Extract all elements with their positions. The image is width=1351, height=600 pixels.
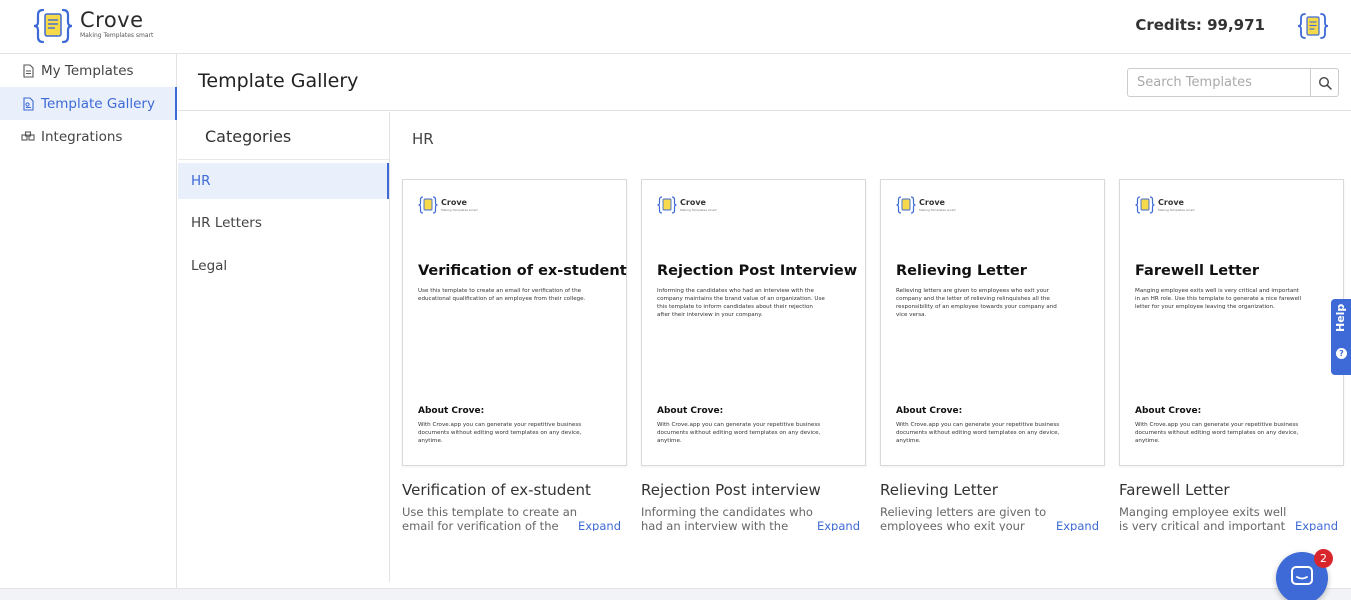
preview-title: Rejection Post Interview	[657, 263, 858, 279]
preview-about-title: About Crove:	[657, 406, 724, 416]
crove-logo-icon	[1135, 196, 1155, 214]
template-description-wrap: Manging employee exits well is very crit…	[1119, 505, 1341, 531]
preview-title: Relieving Letter	[896, 263, 1027, 279]
preview-title: Farewell Letter	[1135, 263, 1259, 279]
template-preview[interactable]: Crove Making Templates smart Verificatio…	[402, 179, 627, 466]
brand-name: Crove	[80, 8, 144, 32]
preview-about-title: About Crove:	[896, 406, 963, 416]
preview-title: Verification of ex-student	[418, 263, 627, 279]
template-preview[interactable]: Crove Making Templates smart Farewell Le…	[1119, 179, 1344, 466]
template-description: Use this template to create an email for…	[402, 505, 578, 531]
template-description-wrap: Informing the candidates who had an inte…	[641, 505, 863, 531]
category-hr-letters[interactable]: HR Letters	[178, 205, 389, 241]
expand-link[interactable]: Expand	[572, 519, 621, 531]
help-label: Help	[1334, 303, 1347, 332]
preview-brand: Crove	[919, 198, 945, 207]
template-name[interactable]: Farewell Letter	[1119, 481, 1230, 499]
gallery-icon	[23, 96, 34, 111]
sidebar-item-label: Template Gallery	[41, 95, 155, 112]
preview-brand: Crove	[680, 198, 706, 207]
preview-about-text: With Crove.app you can generate your rep…	[418, 422, 582, 444]
categories-panel: Categories HR HR Letters Legal	[178, 112, 390, 582]
template-preview[interactable]: Crove Making Templates smart Relieving L…	[880, 179, 1105, 466]
help-tab[interactable]: Help ?	[1331, 299, 1351, 375]
brand-tagline: Making Templates smart	[80, 32, 154, 39]
template-description-wrap: Use this template to create an email for…	[402, 505, 624, 531]
integrations-icon	[21, 130, 35, 141]
template-name[interactable]: Relieving Letter	[880, 481, 998, 499]
sidebar-item-integrations[interactable]: Integrations	[0, 120, 177, 153]
search-button[interactable]	[1310, 69, 1338, 96]
page-header: Template Gallery	[178, 54, 1351, 111]
crove-logo-icon	[657, 196, 677, 214]
preview-about-title: About Crove:	[418, 406, 485, 416]
preview-description: Manging employee exits well is very crit…	[1135, 288, 1302, 310]
expand-link[interactable]: Expand	[1289, 519, 1338, 531]
search-input[interactable]	[1128, 69, 1310, 96]
help-question-icon: ?	[1336, 348, 1347, 359]
preview-about-title: About Crove:	[1135, 406, 1202, 416]
search-icon	[1318, 76, 1332, 90]
template-name[interactable]: Rejection Post interview	[641, 481, 821, 499]
expand-link[interactable]: Expand	[1050, 519, 1099, 531]
preview-tagline: Making Templates smart	[1158, 208, 1195, 212]
category-legal[interactable]: Legal	[178, 248, 389, 284]
template-description: Informing the candidates who had an inte…	[641, 505, 813, 531]
crove-logo-icon[interactable]	[33, 7, 73, 45]
sidebar: My Templates Template Gallery Integratio…	[0, 54, 177, 600]
template-description-wrap: Relieving letters are given to employees…	[880, 505, 1102, 531]
user-avatar-icon[interactable]	[1297, 12, 1329, 40]
expand-link[interactable]: Expand	[811, 519, 860, 531]
preview-description: Informing the candidates who had an inte…	[657, 288, 825, 318]
file-icon	[23, 63, 34, 78]
top-header: Crove Making Templates smart Credits: 99…	[0, 0, 1351, 54]
crove-logo-icon	[896, 196, 916, 214]
preview-about-text: With Crove.app you can generate your rep…	[896, 422, 1060, 444]
categories-heading: Categories	[178, 112, 389, 160]
footer-bar	[0, 588, 1351, 600]
preview-tagline: Making Templates smart	[441, 208, 478, 212]
preview-about-text: With Crove.app you can generate your rep…	[657, 422, 821, 444]
crove-logo-icon	[418, 196, 438, 214]
preview-about-text: With Crove.app you can generate your rep…	[1135, 422, 1299, 444]
template-preview[interactable]: Crove Making Templates smart Rejection P…	[641, 179, 866, 466]
preview-description: Relieving letters are given to employees…	[896, 288, 1057, 318]
preview-tagline: Making Templates smart	[919, 208, 956, 212]
preview-brand: Crove	[1158, 198, 1184, 207]
preview-brand: Crove	[441, 198, 467, 207]
search-box	[1127, 68, 1339, 97]
template-description: Relieving letters are given to employees…	[880, 505, 1047, 531]
chat-icon	[1291, 566, 1313, 585]
section-title: HR	[412, 130, 434, 148]
template-name[interactable]: Verification of ex-student	[402, 481, 591, 499]
sidebar-item-label: My Templates	[41, 62, 134, 79]
sidebar-item-label: Integrations	[41, 128, 123, 145]
preview-tagline: Making Templates smart	[680, 208, 717, 212]
credits-counter: Credits: 99,971	[1135, 16, 1265, 34]
preview-description: Use this template to create an email for…	[418, 288, 586, 302]
sidebar-item-my-templates[interactable]: My Templates	[0, 54, 177, 87]
sidebar-item-template-gallery[interactable]: Template Gallery	[0, 87, 177, 120]
template-description: Manging employee exits well is very crit…	[1119, 505, 1287, 531]
notification-badge: 2	[1314, 549, 1333, 568]
category-hr[interactable]: HR	[178, 163, 389, 199]
page-title: Template Gallery	[198, 70, 359, 92]
